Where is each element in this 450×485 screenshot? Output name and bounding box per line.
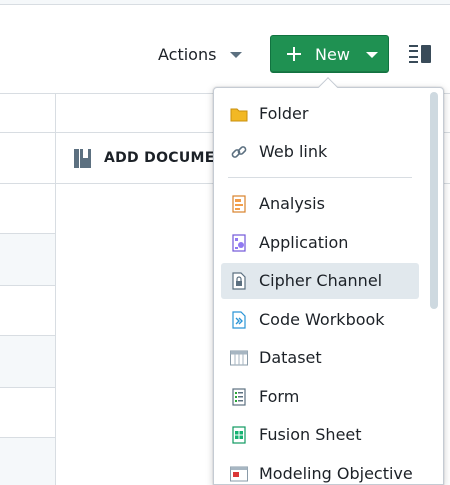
new-button[interactable]: New: [270, 35, 389, 73]
menu-scrollbar[interactable]: [430, 92, 438, 309]
menu-item-analysis[interactable]: Analysis: [221, 186, 419, 222]
add-document-column-header[interactable]: ADD DOCUMEN: [56, 133, 226, 183]
menu-item-fusion-sheet[interactable]: Fusion Sheet: [221, 417, 419, 453]
menu-item-code-workbook[interactable]: Code Workbook: [221, 302, 419, 338]
actions-menu-button[interactable]: Actions: [158, 41, 243, 67]
fusion-sheet-icon: [232, 426, 246, 444]
dataset-icon: [230, 350, 248, 366]
menu-item-dataset[interactable]: Dataset: [221, 340, 419, 376]
chevron-down-icon: [230, 52, 243, 58]
menu-item-label: Fusion Sheet: [259, 425, 362, 444]
menu-item-folder[interactable]: Folder: [221, 96, 419, 132]
new-button-label: New: [315, 44, 350, 64]
code-workbook-icon: [232, 311, 246, 329]
column-header-label: ADD DOCUMEN: [104, 150, 227, 166]
analysis-icon: [232, 195, 246, 213]
menu-item-label: Form: [259, 387, 300, 406]
menu-item-label: Application: [259, 233, 349, 252]
menu-item-label: Code Workbook: [259, 310, 385, 329]
menu-divider: [228, 177, 412, 178]
new-dropdown-menu: Folder Web link Analysis Application Cip…: [213, 87, 444, 485]
table-row[interactable]: [0, 335, 55, 387]
menu-item-label: Cipher Channel: [259, 271, 383, 290]
menu-item-label: Folder: [259, 104, 309, 123]
link-icon: [231, 146, 247, 158]
menu-item-label: Web link: [259, 142, 328, 161]
toggle-side-panel-icon[interactable]: [409, 45, 431, 63]
plus-icon: [287, 47, 301, 61]
menu-item-label: Dataset: [259, 348, 322, 367]
form-icon: [232, 388, 246, 406]
menu-item-application[interactable]: Application: [221, 225, 419, 261]
menu-item-form[interactable]: Form: [221, 379, 419, 415]
chevron-down-icon: [365, 52, 378, 58]
modeling-objective-icon: [230, 466, 248, 482]
application-icon: [232, 234, 246, 252]
menu-item-label: Modeling Objective: [259, 464, 413, 483]
table-row[interactable]: [0, 233, 55, 285]
document-icon: [74, 149, 91, 168]
table-row[interactable]: [0, 437, 55, 485]
menu-item-modeling-objective[interactable]: Modeling Objective: [221, 456, 419, 484]
menu-item-web-link[interactable]: Web link: [221, 134, 419, 170]
menu-item-label: Analysis: [259, 194, 325, 213]
menu-item-cipher-channel[interactable]: Cipher Channel: [221, 263, 419, 299]
toolbar: Actions New: [0, 5, 450, 93]
actions-label: Actions: [158, 44, 217, 64]
folder-icon: [230, 108, 248, 122]
cipher-channel-icon: [232, 272, 246, 290]
